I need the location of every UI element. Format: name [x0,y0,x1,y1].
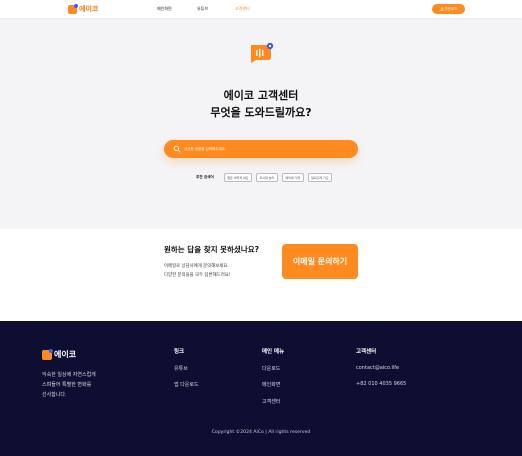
nav-item-main[interactable]: 메인화면 [157,6,172,12]
footer-tagline-line3: 선사합니다. [42,392,67,398]
footer-link-youtube[interactable]: 유튜브 [174,365,188,372]
footer-logo[interactable]: 에이코 [42,348,77,360]
footer-tagline-line2: 스며들어 특별한 변화를 [42,382,92,388]
footer-menu-title: 메인 메뉴 [262,349,285,355]
nav-item-youtube[interactable]: 유튜브 [197,6,208,12]
footer-link-support[interactable]: 고객센터 [262,398,280,405]
footer-contact-email[interactable]: contact@aico.life [356,365,399,371]
email-inquiry-button[interactable]: 이메일 문의하기 [282,244,358,279]
search-icon[interactable] [173,145,181,153]
page-title-line1: 에이코 고객센터 [223,89,299,102]
copyright: Copyright ©2024 AiCo | All rights reserv… [211,430,311,435]
contact-desc-line2: 다양한 문의들을 모두 답변해드려요! [164,273,231,278]
footer-logo-text: 에이코 [54,350,77,359]
footer-link-main[interactable]: 메인화면 [262,381,280,388]
popular-keywords-label: 추천 검색어 [196,175,214,179]
keyword-tag[interactable]: 탈퇴할래 가요 [307,173,333,182]
search-bar[interactable] [164,140,358,158]
footer-support-title: 고객센터 [356,349,377,355]
download-button[interactable]: 다운로드 [432,4,465,14]
footer-tagline-line1: 익숙한 일상에 자연스럽게 [42,372,96,378]
contact-title: 원하는 답을 찾지 못하셨나요? [164,245,259,254]
chat-bubble-icon [251,43,274,63]
footer-link-download[interactable]: 다운로드 [262,365,280,372]
keyword-tag[interactable]: 앱은 어떻게 써요 [223,173,253,182]
top-header: 에이코 메인화면 유튜브 고객센터 다운로드 [0,0,522,18]
popular-keywords: 추천 검색어 앱은 어떻게 써요 무서워 놀라 쾌적해 가래 탈퇴할래 가요 [196,173,333,182]
footer-links-title: 링크 [174,349,185,355]
nav-item-support[interactable]: 고객센터 [235,6,250,12]
download-button-label: 다운로드 [444,6,458,11]
keyword-tag[interactable]: 쾌적해 가래 [281,173,304,182]
footer-link-app-download[interactable]: 앱 다운로드 [174,381,199,388]
contact-section [0,229,522,321]
footer-contact-phone: +82 010 4035 9665 [356,381,407,387]
page-title-line2: 무엇을 도와드릴까요? [210,106,312,119]
download-icon [439,7,444,11]
footer [0,321,522,456]
logo-icon [42,348,53,360]
search-input[interactable] [184,144,344,154]
keyword-tag[interactable]: 무서워 놀라 [256,173,278,182]
logo[interactable]: 에이코 [68,3,99,14]
logo-text: 에이코 [79,5,99,13]
logo-icon [68,3,78,14]
contact-desc-line1: 이메일로 상담사에게 문의해보세요. [164,264,229,269]
